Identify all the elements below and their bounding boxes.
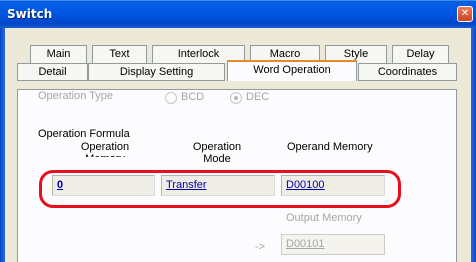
tab-coordinates[interactable]: Coordinates bbox=[358, 63, 457, 81]
dialog-body: Main Text Interlock Macro Style Delay De… bbox=[5, 28, 471, 262]
title-bar: Switch ✕ bbox=[0, 0, 476, 28]
output-memory-value: D00101 bbox=[286, 238, 325, 250]
operand-memory-header: Operand Memory bbox=[287, 141, 373, 153]
tab-delay[interactable]: Delay bbox=[392, 45, 449, 63]
window-title: Switch bbox=[7, 7, 53, 21]
radio-selected-dot bbox=[234, 96, 238, 100]
tab-display-setting[interactable]: Display Setting bbox=[88, 63, 225, 81]
output-memory-field: D00101 bbox=[281, 234, 385, 255]
window-frame-right bbox=[471, 28, 476, 262]
operation-formula-label: Operation Formula bbox=[38, 128, 130, 140]
bcd-radio[interactable] bbox=[165, 92, 177, 104]
output-memory-label: Output Memory bbox=[286, 212, 362, 224]
highlight-annotation bbox=[39, 170, 401, 208]
tab-main[interactable]: Main bbox=[30, 45, 87, 63]
close-icon[interactable]: ✕ bbox=[457, 6, 473, 22]
dec-radio-label: DEC bbox=[246, 91, 270, 103]
dec-radio[interactable] bbox=[230, 92, 242, 104]
output-arrow: -> bbox=[255, 241, 266, 253]
operation-type-label: Operation Type bbox=[38, 90, 114, 102]
bcd-radio-label: BCD bbox=[181, 91, 205, 103]
operation-memory-header: Operation Memory bbox=[80, 141, 130, 157]
tab-detail[interactable]: Detail bbox=[17, 63, 88, 81]
tab-text[interactable]: Text bbox=[92, 45, 147, 63]
operation-mode-header: Operation Mode bbox=[192, 141, 242, 165]
tab-word-operation[interactable]: Word Operation bbox=[227, 60, 357, 81]
